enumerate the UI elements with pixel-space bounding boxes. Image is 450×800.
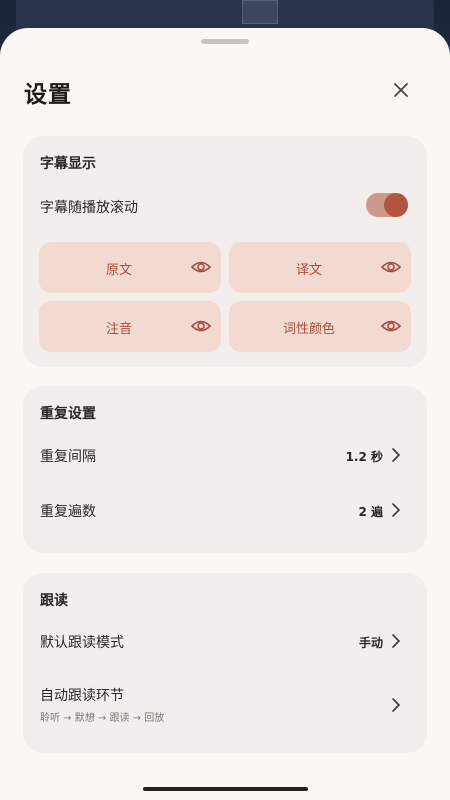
close-button[interactable] (386, 75, 416, 105)
auto-follow-steps-label: 自动跟读环节 (40, 688, 124, 704)
settings-sheet: 设置 字幕显示 字幕随播放滚动 原文 译文 注音 词性颜色 重复设置 重复间隔 … (0, 28, 450, 800)
repeat-interval-label: 重复间隔 (40, 449, 96, 465)
subtitle-display-card: 字幕显示 字幕随播放滚动 原文 译文 注音 词性颜色 (23, 136, 427, 367)
chevron-right-icon (392, 448, 400, 462)
page-title: 设置 (24, 82, 72, 108)
auto-follow-steps-row[interactable]: 自动跟读环节 聆听 → 默想 → 跟读 → 回放 (23, 679, 427, 731)
follow-section-title: 跟读 (40, 593, 68, 609)
background-doorway (242, 0, 278, 24)
repeat-count-label: 重复遍数 (40, 504, 96, 520)
scroll-with-playback-label: 字幕随播放滚动 (40, 200, 138, 216)
chip-phonetic[interactable]: 注音 (39, 301, 221, 352)
repeat-interval-row[interactable]: 重复间隔 1.2 秒 (23, 435, 427, 475)
chevron-right-icon (392, 503, 400, 517)
auto-follow-steps-description: 聆听 → 默想 → 跟读 → 回放 (40, 713, 165, 724)
chevron-right-icon (392, 698, 400, 712)
default-follow-mode-value: 手动 (358, 636, 383, 650)
subtitle-section-title: 字幕显示 (40, 156, 96, 172)
close-icon (394, 83, 408, 97)
chip-label: 原文 (105, 263, 132, 278)
repeat-count-row[interactable]: 重复遍数 2 遍 (23, 490, 427, 530)
eye-icon[interactable] (190, 257, 212, 277)
chip-translation[interactable]: 译文 (229, 242, 411, 293)
chip-original-text[interactable]: 原文 (39, 242, 221, 293)
toggle-knob (384, 193, 408, 217)
eye-icon[interactable] (190, 316, 212, 336)
repeat-count-value: 2 遍 (358, 505, 383, 519)
repeat-interval-value: 1.2 秒 (345, 450, 383, 464)
scroll-with-playback-toggle[interactable] (366, 193, 408, 217)
home-indicator (143, 787, 308, 791)
chip-label: 词性颜色 (282, 322, 335, 337)
repeat-section-title: 重复设置 (40, 406, 96, 422)
chip-label: 译文 (295, 263, 322, 278)
repeat-settings-card: 重复设置 重复间隔 1.2 秒 重复遍数 2 遍 (23, 386, 427, 553)
default-follow-mode-row[interactable]: 默认跟读模式 手动 (23, 621, 427, 661)
default-follow-mode-label: 默认跟读模式 (40, 635, 124, 651)
follow-reading-card: 跟读 默认跟读模式 手动 自动跟读环节 聆听 → 默想 → 跟读 → 回放 (23, 573, 427, 753)
sheet-grabber[interactable] (201, 39, 249, 44)
chip-part-of-speech-color[interactable]: 词性颜色 (229, 301, 411, 352)
eye-icon[interactable] (380, 316, 402, 336)
chip-label: 注音 (105, 322, 132, 337)
chevron-right-icon (392, 634, 400, 648)
eye-icon[interactable] (380, 257, 402, 277)
